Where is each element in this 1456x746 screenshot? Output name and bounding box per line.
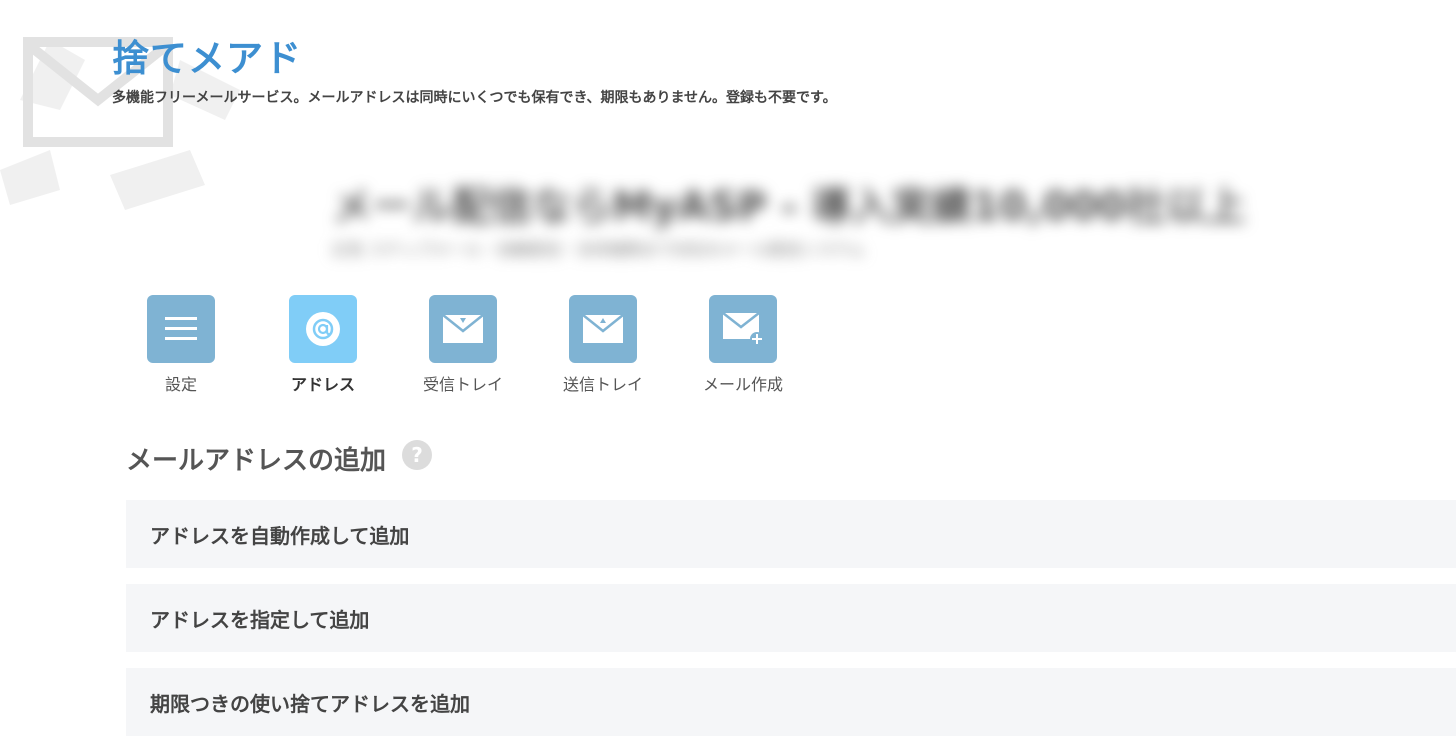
nav-item-label: 受信トレイ xyxy=(422,375,503,394)
nav-item-settings[interactable]: 設定 xyxy=(111,295,251,395)
nav-item-label: 設定 xyxy=(164,375,197,394)
nav-item-compose[interactable]: メール作成 xyxy=(673,295,813,395)
site-title[interactable]: 捨てメアド xyxy=(112,28,302,82)
temporary-address-option[interactable]: 期限つきの使い捨てアドレスを追加 xyxy=(126,668,1456,736)
nav-item-outbox[interactable]: 送信トレイ xyxy=(533,295,673,395)
nav-item-label: アドレス xyxy=(290,375,355,394)
question-icon[interactable]: ? xyxy=(402,439,433,470)
nav-item-address[interactable]: アドレス xyxy=(253,295,393,395)
nav-item-inbox[interactable]: 受信トレイ xyxy=(393,295,533,395)
ad-subtext: 広告 ステップメール・自動配信・決済連携まで対応のメール配信システム xyxy=(332,240,865,259)
add-address-options: アドレスを自動作成して追加 アドレスを指定して追加 期限つきの使い捨てアドレスを… xyxy=(126,500,1456,746)
ad-headline: メール配信ならMyASP - 導入実績10,000社以上 xyxy=(332,184,1246,230)
compose-mail-icon xyxy=(709,295,777,363)
nav-item-label: 送信トレイ xyxy=(562,375,643,394)
at-sign-icon xyxy=(289,295,357,363)
main-nav: 設定 アドレス 受信トレイ 送信トレイ メール作成 xyxy=(140,295,840,395)
site-description: 多機能フリーメールサービス。メールアドレスは同時にいくつでも保有でき、期限もあり… xyxy=(112,90,837,106)
section-title: メールアドレスの追加 ? xyxy=(126,439,433,477)
page: 捨てメアド 多機能フリーメールサービス。メールアドレスは同時にいくつでも保有でき… xyxy=(0,0,1456,746)
section-title-text: メールアドレスの追加 xyxy=(126,446,387,476)
menu-icon xyxy=(147,295,215,363)
outbox-mail-icon xyxy=(569,295,637,363)
auto-create-address-option[interactable]: アドレスを自動作成して追加 xyxy=(126,500,1456,568)
nav-item-label: メール作成 xyxy=(702,375,783,394)
advertisement-banner[interactable]: メール配信ならMyASP - 導入実績10,000社以上 広告 ステップメール・… xyxy=(322,160,1432,270)
specify-address-option[interactable]: アドレスを指定して追加 xyxy=(126,584,1456,652)
inbox-mail-icon xyxy=(429,295,497,363)
